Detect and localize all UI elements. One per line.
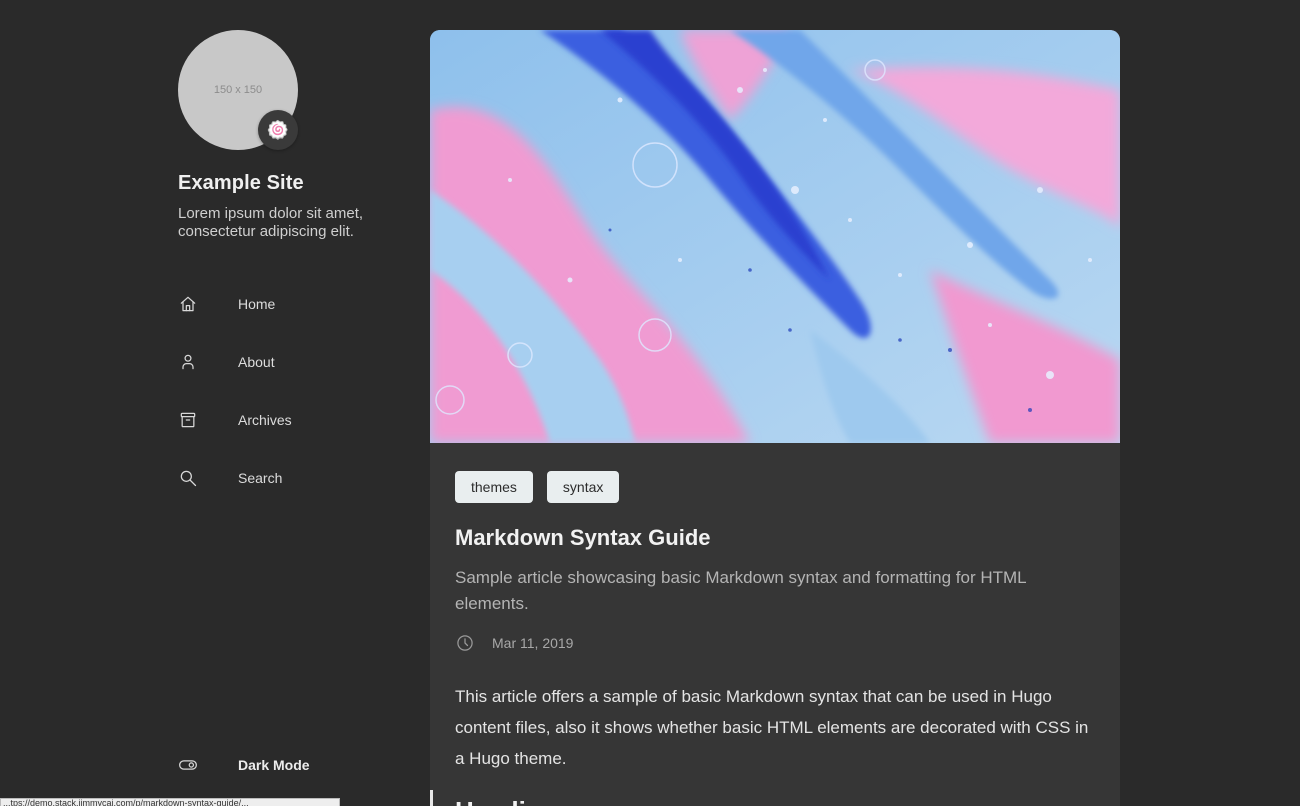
menu-item-about[interactable]: About	[178, 333, 408, 391]
article-subtitle: Sample article showcasing basic Markdown…	[455, 568, 1026, 613]
hero-image[interactable]	[430, 30, 1120, 443]
section-heading: Headings	[430, 790, 1120, 806]
main-menu: Home About Archives Search	[178, 275, 408, 507]
archive-icon	[178, 410, 198, 430]
article-title[interactable]: Markdown Syntax Guide	[455, 525, 1095, 551]
search-icon	[178, 468, 198, 488]
article-card: themes syntax Markdown Syntax Guide Samp…	[430, 30, 1120, 806]
home-icon	[178, 294, 198, 314]
status-bar-url: ...tps://demo.stack.jimmycai.com/p/markd…	[0, 798, 340, 806]
tag-themes[interactable]: themes	[455, 471, 533, 503]
menu-item-search[interactable]: Search	[178, 449, 408, 507]
article-intro: This article offers a sample of basic Ma…	[455, 687, 1089, 768]
article-meta: Mar 11, 2019	[455, 633, 1095, 653]
emoji-badge: 🍥	[258, 110, 298, 150]
menu-item-label: Archives	[238, 412, 292, 428]
dark-mode-label: Dark Mode	[238, 757, 310, 773]
tag-syntax[interactable]: syntax	[546, 471, 620, 503]
user-icon	[178, 352, 198, 372]
menu-item-label: About	[238, 354, 275, 370]
article-body: themes syntax Markdown Syntax Guide Samp…	[430, 443, 1120, 774]
emoji-icon: 🍥	[266, 119, 290, 140]
page: 150 x 150 🍥 Example Site Lorem ipsum dol…	[0, 0, 1300, 806]
sidebar: 150 x 150 🍥 Example Site Lorem ipsum dol…	[178, 30, 408, 806]
dark-mode-toggle[interactable]: Dark Mode	[178, 750, 310, 780]
avatar-wrap: 150 x 150 🍥	[178, 30, 298, 150]
site-title[interactable]: Example Site	[178, 172, 408, 195]
toggle-icon	[178, 755, 198, 775]
section-heading-text: Headings	[455, 796, 572, 806]
article-date: Mar 11, 2019	[492, 635, 574, 651]
hero-artwork	[430, 30, 1120, 443]
site-description: Lorem ipsum dolor sit amet, consectetur …	[178, 205, 364, 240]
menu-item-archives[interactable]: Archives	[178, 391, 408, 449]
clock-icon	[455, 633, 475, 653]
menu-item-home[interactable]: Home	[178, 275, 408, 333]
tag-list: themes syntax	[455, 471, 1095, 503]
menu-item-label: Search	[238, 470, 283, 486]
avatar-placeholder-text: 150 x 150	[213, 84, 263, 96]
menu-item-label: Home	[238, 296, 276, 312]
heading-accent-bar	[430, 790, 433, 806]
